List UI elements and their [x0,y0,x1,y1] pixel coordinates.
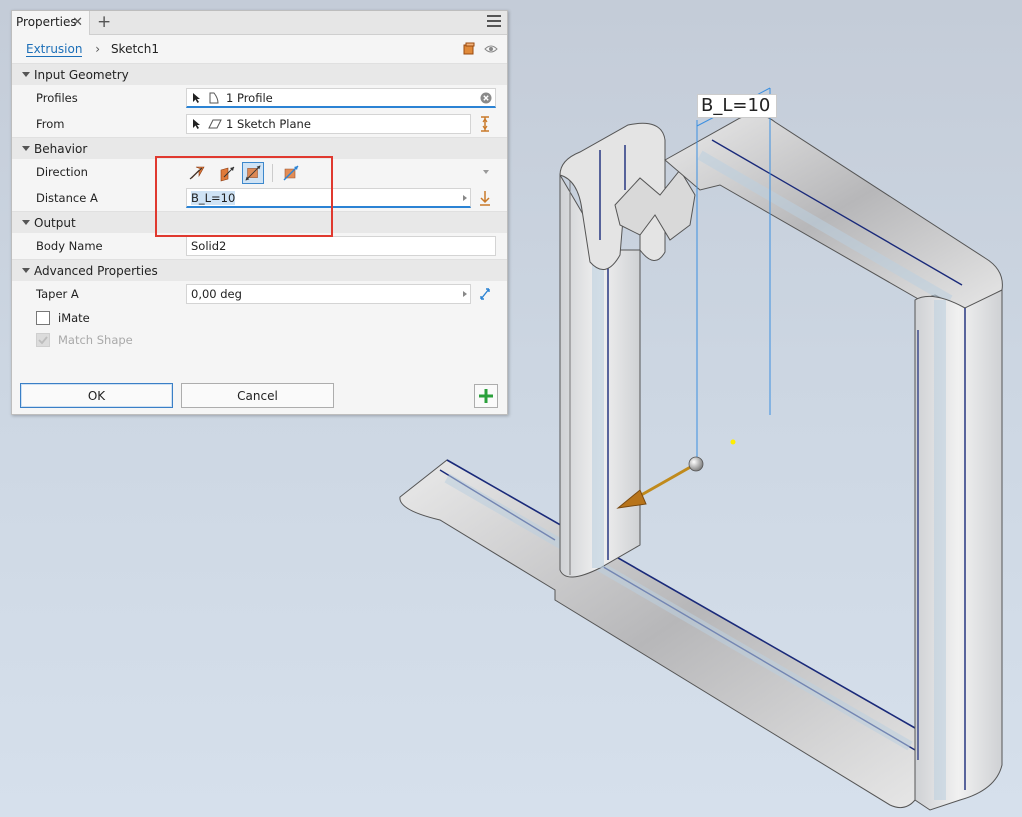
eye-icon[interactable] [484,42,498,56]
spin-arrow-icon[interactable] [463,195,467,201]
breadcrumb-link-extrusion[interactable]: Extrusion [26,42,83,57]
panel-tabbar: Properties ✕ + [12,11,507,35]
plus-icon [479,389,493,403]
body-name-label: Body Name [36,239,103,253]
profiles-value: 1 Profile [226,91,273,105]
spin-arrow-icon[interactable] [463,291,467,297]
preview-solid-icon[interactable] [462,42,476,56]
profiles-label: Profiles [36,91,78,105]
flip-taper-icon[interactable] [478,286,492,302]
apply-add-button[interactable] [474,384,498,408]
distance-a-label: Distance A [36,191,98,205]
from-row: From 1 Sketch Plane [12,111,507,137]
taper-a-value: 0,00 deg [191,287,242,301]
tab-label: Properties [16,15,77,29]
hamburger-menu-icon[interactable] [487,15,501,29]
profiles-selector[interactable]: 1 Profile [186,88,496,108]
from-label: From [36,117,65,131]
highlight-box [155,156,333,237]
taper-a-row: Taper A 0,00 deg [12,281,507,307]
imate-label: iMate [58,311,90,325]
match-shape-checkbox[interactable] [36,333,50,347]
match-shape-label: Match Shape [58,333,133,347]
body-name-value: Solid2 [191,239,227,253]
direction-label: Direction [36,165,88,179]
body-name-input[interactable]: Solid2 [186,236,496,256]
taper-a-label: Taper A [36,287,79,301]
match-shape-row: Match Shape [12,329,507,351]
from-selector[interactable]: 1 Sketch Plane [186,114,471,134]
breadcrumb: Extrusion › Sketch1 [12,35,507,63]
close-icon[interactable]: ✕ [72,11,83,34]
chevron-right-icon: › [95,42,101,56]
profiles-row: Profiles 1 Profile [12,85,507,111]
imate-checkbox[interactable] [36,311,50,325]
dimension-value-label[interactable]: B_L=10 [697,94,777,118]
distance-extent-icon[interactable] [478,190,492,206]
ok-button[interactable]: OK [20,383,173,408]
offset-icon[interactable] [478,116,492,132]
cursor-select-icon [193,93,200,103]
imate-row: iMate [12,307,507,329]
tab-properties[interactable]: Properties ✕ [12,11,90,35]
from-value: 1 Sketch Plane [226,117,311,131]
cancel-button[interactable]: Cancel [181,383,334,408]
chevron-down-icon[interactable] [483,170,489,174]
section-input-geometry[interactable]: Input Geometry [12,63,507,85]
taper-a-input[interactable]: 0,00 deg [186,284,471,304]
cursor-select-icon [193,119,200,129]
add-tab-icon[interactable]: + [97,11,111,33]
breadcrumb-current: Sketch1 [110,42,160,56]
sketch-plane-icon [208,119,222,129]
check-icon [38,336,48,345]
sketch-point [730,439,736,445]
profile-shape-icon [209,92,219,104]
clear-icon[interactable] [480,92,492,104]
section-advanced-properties[interactable]: Advanced Properties [12,259,507,281]
